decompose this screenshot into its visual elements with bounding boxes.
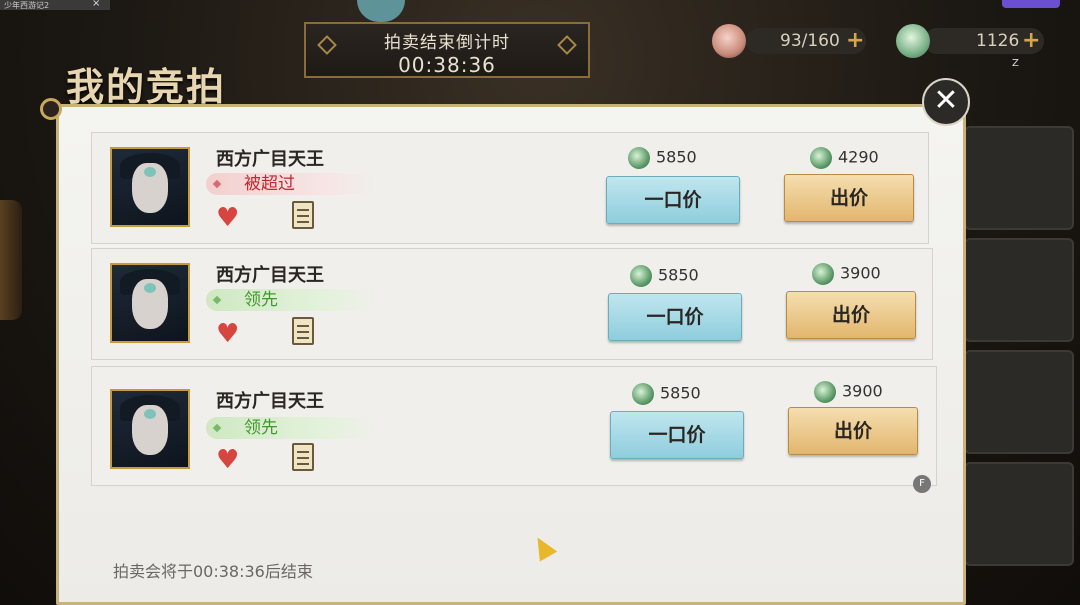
background-slot — [964, 238, 1074, 342]
f-key-badge: F — [913, 475, 931, 493]
auction-row: 西方广目天王 领先 ♥ 5850 一口价 3900 出价 — [91, 366, 937, 486]
item-name: 西方广目天王 — [216, 391, 324, 412]
close-icon[interactable]: ✕ — [922, 78, 970, 126]
stamina-add-button[interactable]: + — [846, 28, 864, 53]
status-dot-icon — [212, 179, 222, 189]
note-icon[interactable] — [292, 201, 314, 229]
countdown-box: 拍卖结束倒计时 00:38:36 — [304, 22, 590, 78]
jade-currency-icon — [632, 383, 654, 405]
status-badge: 领先 — [206, 289, 376, 311]
tab-close-icon[interactable]: × — [92, 0, 100, 9]
jade-currency-icon — [896, 24, 930, 58]
jade-currency-icon — [814, 381, 836, 403]
item-name: 西方广目天王 — [216, 265, 324, 286]
background-slot — [964, 126, 1074, 230]
portrait-gem — [144, 167, 156, 177]
heart-icon[interactable]: ♥ — [216, 205, 242, 231]
buyout-price: 5850 — [630, 265, 699, 287]
current-bid-price: 3900 — [814, 381, 883, 403]
current-bid-value: 3900 — [840, 263, 881, 283]
jade-add-button[interactable]: + — [1022, 28, 1040, 53]
current-bid-value: 4290 — [838, 147, 879, 167]
window-tab[interactable]: 少年西游记2 × — [0, 0, 110, 10]
item-portrait[interactable] — [110, 263, 190, 343]
portrait-gem — [144, 283, 156, 293]
buyout-price-value: 5850 — [658, 265, 699, 285]
panel-corner-ornament — [40, 98, 62, 120]
current-bid-price: 3900 — [812, 263, 881, 285]
background-slot — [964, 462, 1074, 566]
background-slots — [960, 120, 1080, 605]
jade-resource: 1126 + — [896, 24, 1046, 58]
stamina-icon — [712, 24, 746, 58]
countdown-label: 拍卖结束倒计时 — [384, 33, 510, 53]
left-ornament — [0, 200, 22, 320]
note-icon[interactable] — [292, 443, 314, 471]
countdown-value: 00:38:36 — [398, 53, 496, 77]
current-bid-value: 3900 — [842, 381, 883, 401]
status-text: 领先 — [244, 290, 278, 310]
background-slot — [964, 350, 1074, 454]
item-portrait[interactable] — [110, 389, 190, 469]
jade-currency-icon — [630, 265, 652, 287]
buyout-button[interactable]: 一口价 — [606, 176, 740, 224]
stamina-resource: 93/160 + — [712, 24, 872, 58]
note-icon[interactable] — [292, 317, 314, 345]
status-dot-icon — [212, 295, 222, 305]
buyout-button[interactable]: 一口价 — [610, 411, 744, 459]
window-tab-title: 少年西游记2 — [4, 1, 50, 10]
portrait-gem — [144, 409, 156, 419]
auction-row: 西方广目天王 被超过 ♥ 5850 一口价 4290 出价 — [91, 132, 929, 244]
jade-value: 1126 — [976, 31, 1020, 51]
item-name: 西方广目天王 — [216, 149, 324, 170]
status-text: 领先 — [244, 418, 278, 438]
item-portrait[interactable] — [110, 147, 190, 227]
current-bid-price: 4290 — [810, 147, 879, 169]
bid-button[interactable]: 出价 — [788, 407, 918, 455]
heart-icon[interactable]: ♥ — [216, 321, 242, 347]
status-badge: 被超过 — [206, 173, 376, 195]
buyout-price: 5850 — [628, 147, 697, 169]
corner-hint: Z — [1012, 58, 1019, 69]
auction-end-note: 拍卖会将于00:38:36后结束 — [113, 562, 313, 581]
jade-currency-icon — [810, 147, 832, 169]
status-badge: 领先 — [206, 417, 376, 439]
jade-currency-icon — [812, 263, 834, 285]
bid-button[interactable]: 出价 — [784, 174, 914, 222]
status-dot-icon — [212, 423, 222, 433]
stamina-value: 93/160 — [780, 31, 840, 51]
auction-row: 西方广目天王 领先 ♥ 5850 一口价 3900 出价 — [91, 248, 933, 360]
heart-icon[interactable]: ♥ — [216, 447, 242, 473]
bid-button[interactable]: 出价 — [786, 291, 916, 339]
buyout-price-value: 5850 — [656, 147, 697, 167]
page-title: 我的竞拍 — [66, 64, 227, 109]
buyout-price-value: 5850 — [660, 383, 701, 403]
buyout-button[interactable]: 一口价 — [608, 293, 742, 341]
buyout-price: 5850 — [632, 383, 701, 405]
overlay-chip — [1002, 0, 1060, 8]
status-text: 被超过 — [244, 174, 295, 194]
jade-currency-icon — [628, 147, 650, 169]
